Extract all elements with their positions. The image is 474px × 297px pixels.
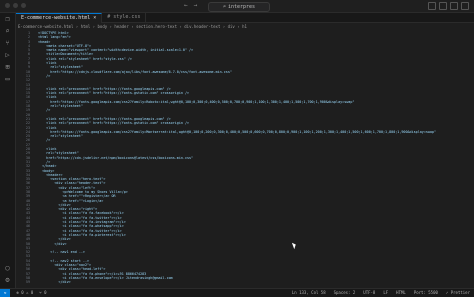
remote-explorer-icon[interactable]: ▭ [4,76,11,83]
breadcrumb-item[interactable]: html [81,24,91,29]
layout-controls [428,2,469,10]
breadcrumb-item[interactable]: div [228,24,235,29]
tab-ecommerce-website-html[interactable]: E-commerce-website.html × [16,13,103,23]
breadcrumb-item[interactable]: h1 [242,24,247,29]
title-bar: ← → ⌕ interpres [0,0,474,13]
tab-style-css[interactable]: # style.css [102,13,147,22]
toggle-panel-icon[interactable] [439,2,447,10]
command-center[interactable]: ⌕ interpres [208,2,270,12]
code-editor[interactable]: 1 <!DOCTYPE html> 2 <html lang="en"> 3 <head>… [16,31,474,287]
extensions-icon[interactable]: ⊞ [4,64,11,71]
toggle-sidebar-icon[interactable] [428,2,436,10]
minimize-window-button[interactable] [13,3,18,8]
line-number: 59 [25,280,30,285]
back-arrow-icon[interactable]: ← [184,2,188,9]
run-debug-icon[interactable]: ▷ [4,52,11,59]
code-text: </div> [38,280,71,285]
breadcrumb-item[interactable]: body [98,24,108,29]
breadcrumb-item[interactable]: section.hero-text [136,24,177,29]
explorer-icon[interactable]: ❐ [4,16,11,23]
breadcrumb: E-commerce-website.html › html › body › … [18,24,247,29]
breadcrumb-item[interactable]: header [114,24,128,29]
close-window-button[interactable] [5,3,10,8]
activity-bar: ❐ ⌕ ⑂ ▷ ⊞ ▭ ◯ ⚙ [0,13,16,288]
account-icon[interactable]: ◯ [4,265,11,272]
toggle-secondary-sidebar-icon[interactable] [450,2,458,10]
maximize-window-button[interactable] [21,3,26,8]
settings-gear-icon[interactable]: ⚙ [4,277,11,284]
editor-tabs: E-commerce-website.html × # style.css [16,13,474,23]
history-navigation: ← → [184,2,197,9]
window-controls[interactable] [5,3,26,8]
search-icon[interactable]: ⌕ [4,28,11,35]
command-center-label: interpres [227,4,256,10]
breadcrumb-item[interactable]: E-commerce-website.html [18,24,73,29]
breadcrumb-item[interactable]: div.header-text [184,24,220,29]
search-icon: ⌕ [222,4,226,10]
customize-layout-icon[interactable] [461,2,469,10]
code-line[interactable]: 59 </div> [16,280,474,284]
source-control-icon[interactable]: ⑂ [4,40,11,47]
forward-arrow-icon[interactable]: → [194,2,198,9]
